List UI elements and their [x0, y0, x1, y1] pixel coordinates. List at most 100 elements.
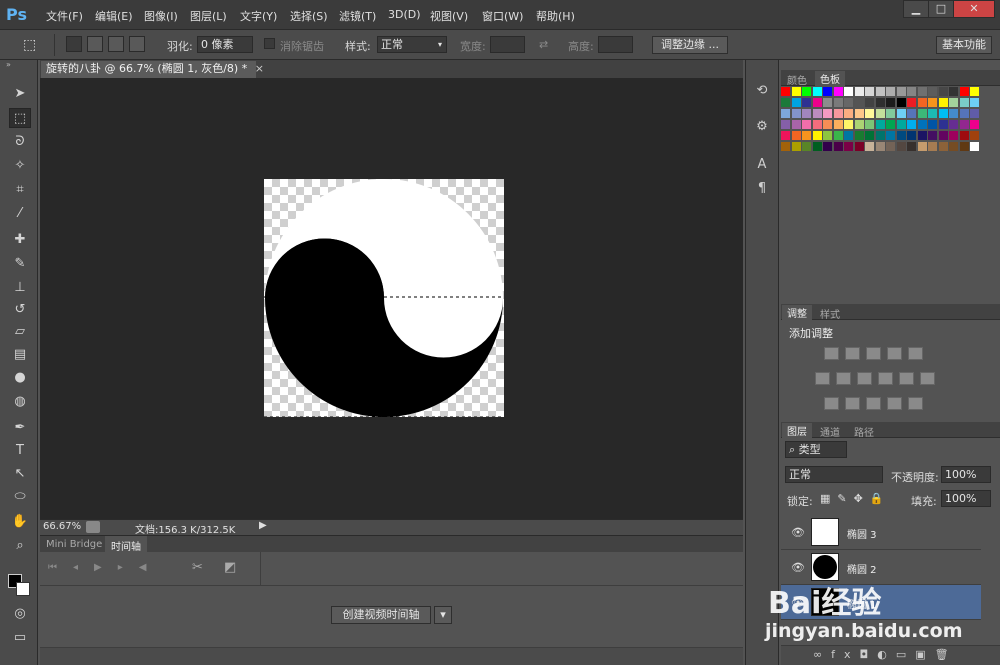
swatch[interactable] — [791, 98, 801, 107]
menu-item[interactable]: 图层(L) — [190, 8, 227, 24]
swatch[interactable] — [970, 120, 979, 129]
swatch[interactable] — [791, 87, 801, 96]
adjustment-icon[interactable] — [845, 347, 860, 360]
tab-layers[interactable]: 图层 — [782, 423, 812, 438]
layer-row[interactable]: 👁 椭圆 3 — [781, 515, 981, 550]
swatch[interactable] — [802, 120, 811, 129]
document-canvas[interactable] — [264, 179, 504, 418]
swatch[interactable] — [928, 131, 937, 140]
refine-edge-button[interactable]: 调整边缘 ... — [652, 36, 728, 54]
swatch[interactable] — [781, 120, 790, 129]
swatch[interactable] — [938, 98, 948, 107]
swatch[interactable] — [896, 131, 906, 140]
close-tab-icon[interactable]: × — [255, 62, 264, 75]
menu-item[interactable]: 帮助(H) — [536, 8, 575, 24]
swatch[interactable] — [917, 109, 927, 118]
swatch[interactable] — [875, 98, 885, 107]
eye-icon[interactable]: 👁 — [791, 561, 805, 574]
marquee-preset-icon[interactable]: ⬚ — [5, 34, 55, 56]
swatch[interactable] — [781, 142, 790, 151]
swatch[interactable] — [802, 109, 811, 118]
eraser-tool-icon[interactable]: ▱ — [9, 322, 31, 342]
swatch[interactable] — [959, 120, 969, 129]
menu-item[interactable]: 窗口(W) — [482, 8, 523, 24]
create-video-timeline-button[interactable]: 创建视频时间轴 — [331, 606, 431, 624]
swatch[interactable] — [949, 109, 958, 118]
swatch[interactable] — [854, 131, 864, 140]
close-button[interactable]: ✕ — [953, 0, 995, 18]
menu-item[interactable]: 选择(S) — [290, 8, 328, 24]
swatch[interactable] — [844, 142, 853, 151]
swatch[interactable] — [949, 131, 958, 140]
swap-icon[interactable]: ⇄ — [539, 38, 548, 51]
swatch[interactable] — [865, 98, 874, 107]
swatch[interactable] — [928, 120, 937, 129]
swatch[interactable] — [907, 120, 916, 129]
tab-styles[interactable]: 样式 — [815, 306, 845, 321]
swatch[interactable] — [907, 131, 916, 140]
pen-tool-icon[interactable]: ✒ — [9, 418, 31, 438]
antialias-checkbox[interactable] — [264, 38, 275, 49]
swatch[interactable] — [812, 131, 822, 140]
width-input[interactable] — [490, 36, 525, 53]
swatch[interactable] — [959, 142, 969, 151]
adjustment-icon[interactable] — [857, 372, 872, 385]
swatch[interactable] — [907, 98, 916, 107]
height-input[interactable] — [598, 36, 633, 53]
tab-color[interactable]: 颜色 — [782, 72, 812, 87]
swatch[interactable] — [865, 120, 874, 129]
swatch[interactable] — [875, 87, 885, 96]
eye-icon[interactable]: 👁 — [791, 526, 805, 539]
swatch[interactable] — [802, 142, 811, 151]
dodge-tool-icon[interactable]: ◍ — [9, 392, 31, 412]
layer-actions-bar[interactable]: ∞fx◘◐▭▣🗑 — [781, 645, 1000, 665]
adjustment-icon[interactable] — [815, 372, 830, 385]
swatch[interactable] — [928, 87, 937, 96]
menu-item[interactable]: 图像(I) — [144, 8, 178, 24]
swatch[interactable] — [823, 142, 832, 151]
swatch[interactable] — [959, 109, 969, 118]
swatch[interactable] — [833, 131, 843, 140]
clone-stamp-tool-icon[interactable]: ⊥ — [9, 278, 31, 298]
magic-wand-tool-icon[interactable]: ✧ — [9, 156, 31, 176]
history-brush-tool-icon[interactable]: ↺ — [9, 300, 31, 320]
tab-channels[interactable]: 通道 — [815, 424, 845, 439]
swatch[interactable] — [854, 142, 864, 151]
text-tool-icon[interactable]: T — [9, 441, 31, 461]
menu-item[interactable]: 视图(V) — [430, 8, 468, 24]
maximize-button[interactable]: □ — [928, 0, 954, 18]
menu-item[interactable]: 3D(D) — [388, 8, 421, 21]
swatch[interactable] — [791, 109, 801, 118]
swatch[interactable] — [907, 109, 916, 118]
swatch[interactable] — [812, 109, 822, 118]
move-tool-icon[interactable]: ➤ — [9, 84, 31, 104]
chevron-down-icon[interactable]: ▾ — [434, 606, 452, 624]
swatch[interactable] — [970, 109, 979, 118]
swatch[interactable] — [896, 120, 906, 129]
zoom-tool-icon[interactable]: ⌕ — [9, 536, 31, 556]
swatch[interactable] — [959, 87, 969, 96]
swatch[interactable] — [886, 98, 895, 107]
new-selection-icon[interactable] — [66, 36, 82, 52]
swatch[interactable] — [917, 120, 927, 129]
adjustment-icon[interactable] — [878, 372, 893, 385]
swatch[interactable] — [959, 98, 969, 107]
swatch[interactable] — [886, 142, 895, 151]
swatch[interactable] — [823, 120, 832, 129]
swatch[interactable] — [781, 131, 790, 140]
swatch[interactable] — [917, 131, 927, 140]
swatch[interactable] — [938, 120, 948, 129]
swatch[interactable] — [844, 131, 853, 140]
swatch[interactable] — [949, 87, 958, 96]
swatch[interactable] — [781, 98, 790, 107]
swatch[interactable] — [781, 87, 790, 96]
swatch[interactable] — [833, 109, 843, 118]
blur-tool-icon[interactable]: ● — [9, 368, 31, 388]
swatch[interactable] — [854, 109, 864, 118]
swatch[interactable] — [865, 142, 874, 151]
swatch[interactable] — [854, 98, 864, 107]
tab-mini-bridge[interactable]: Mini Bridge — [46, 539, 102, 550]
menu-item[interactable]: 编辑(E) — [95, 8, 133, 24]
swatch[interactable] — [938, 131, 948, 140]
swatch[interactable] — [949, 120, 958, 129]
